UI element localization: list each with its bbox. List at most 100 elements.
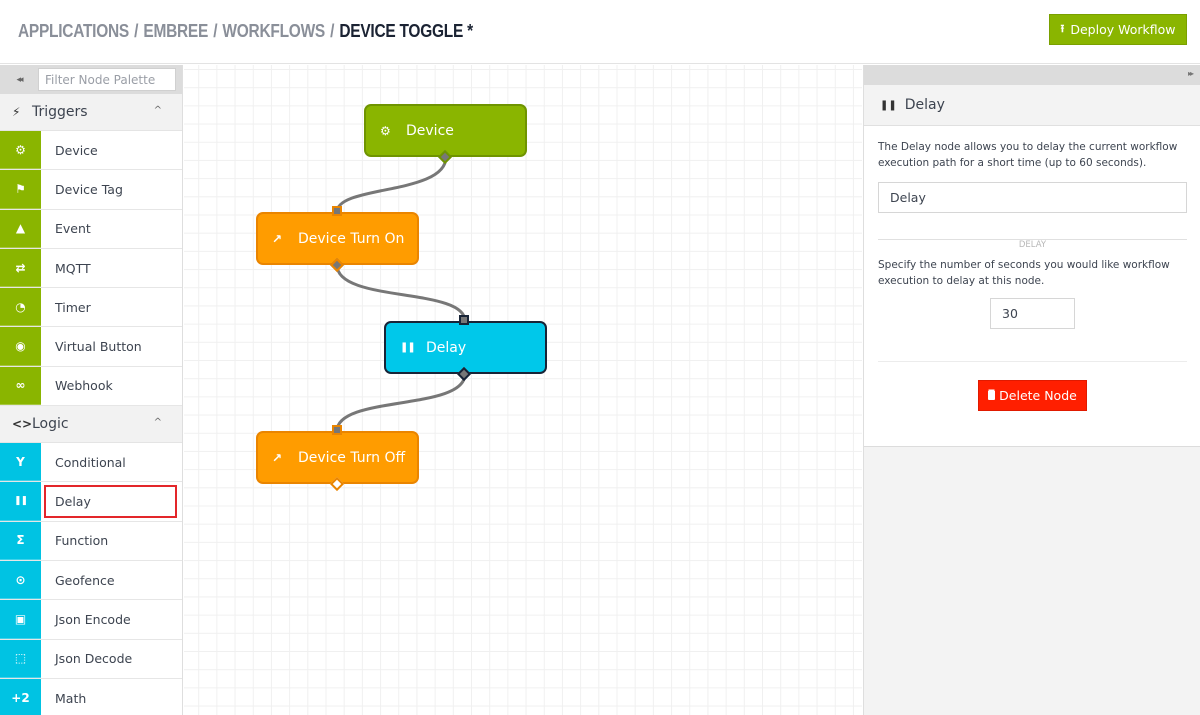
breadcrumb-separator: / <box>330 21 335 41</box>
section-divider: DELAY <box>878 232 1187 250</box>
palette-item-label: Json Decode <box>55 651 133 667</box>
workflow-canvas[interactable]: ⚙ Device ↗ Device Turn On ❚❚ Delay ↗ Dev… <box>184 65 862 715</box>
category-triggers-header[interactable]: ⚡ Triggers ^ <box>0 94 182 131</box>
pause-icon: ❚❚ <box>0 482 41 521</box>
breadcrumb-current: DEVICE TOGGLE * <box>339 21 473 41</box>
edge-device-to-turn-on[interactable] <box>335 156 448 213</box>
arrow-up-right-icon: ↗ <box>272 231 283 246</box>
edge-delay-to-turn-off[interactable] <box>335 373 467 432</box>
panel-toolbar: ▸▸ <box>864 65 1200 85</box>
node-delay[interactable]: ❚❚ Delay <box>384 321 547 374</box>
palette-item-label: MQTT <box>55 260 91 276</box>
json-decode-icon: ⬚ <box>0 639 41 678</box>
node-label: Device <box>406 122 454 139</box>
collapse-palette-icon[interactable]: ◂◂ <box>0 75 38 85</box>
deploy-workflow-label: Deploy Workflow <box>1070 22 1176 37</box>
palette-item-json-encode[interactable]: ▣ Json Encode <box>0 600 182 640</box>
pause-icon: ❚❚ <box>880 99 897 111</box>
category-label: Logic <box>32 416 69 433</box>
palette-item-label: Json Encode <box>55 611 131 627</box>
input-port-turn-on[interactable] <box>332 206 342 216</box>
edges-layer <box>335 156 467 432</box>
deploy-workflow-button[interactable]: ⭱ Deploy Workflow <box>1049 14 1187 45</box>
code-brackets-icon: <> <box>12 417 33 432</box>
breadcrumb-workflows[interactable]: WORKFLOWS <box>222 21 325 41</box>
breadcrumb-embree[interactable]: EMBREE <box>143 21 208 41</box>
input-port-turn-off[interactable] <box>332 425 342 435</box>
breadcrumb: APPLICATIONS / EMBREE / WORKFLOWS / DEVICE TOG… <box>18 21 473 42</box>
chevron-up-icon[interactable]: ^ <box>154 417 162 428</box>
flag-icon: ⚑ <box>0 170 41 209</box>
json-encode-icon: ▣ <box>0 600 41 639</box>
breadcrumb-applications[interactable]: APPLICATIONS <box>18 21 129 41</box>
palette-item-label: Conditional <box>55 454 126 470</box>
lightning-icon: ⚡ <box>12 105 21 119</box>
palette-item-label: Timer <box>55 299 91 315</box>
delay-seconds-input[interactable] <box>990 298 1075 329</box>
palette-item-label: Device Tag <box>55 181 123 197</box>
edge-turn-on-to-delay[interactable] <box>335 264 467 322</box>
crosshair-icon: ⊙ <box>0 560 41 600</box>
top-header: APPLICATIONS / EMBREE / WORKFLOWS / DEVICE TOG… <box>0 0 1200 64</box>
node-device[interactable]: ⚙ Device <box>364 104 527 157</box>
node-name-input[interactable] <box>878 182 1187 213</box>
palette-item-label: Geofence <box>55 572 115 588</box>
breadcrumb-separator: / <box>134 21 139 41</box>
filter-node-palette-input[interactable] <box>38 68 176 91</box>
palette-item-label-highlighted: Delay <box>43 484 178 518</box>
palette-item-delay[interactable]: ❚❚ Delay <box>0 482 182 522</box>
arrow-up-right-icon: ↗ <box>272 450 283 465</box>
upload-icon: ⭱ <box>1060 22 1065 35</box>
arrows-exchange-icon: ⇄ <box>0 248 41 288</box>
plus-two-icon: +2 <box>0 678 41 715</box>
panel-title-text: Delay <box>904 97 945 113</box>
palette-item-geofence[interactable]: ⊙ Geofence <box>0 560 182 601</box>
node-device-turn-on[interactable]: ↗ Device Turn On <box>256 212 419 265</box>
pause-icon: ❚❚ <box>400 342 416 353</box>
node-device-turn-off[interactable]: ↗ Device Turn Off <box>256 431 419 484</box>
palette-item-device[interactable]: ⚙ Device <box>0 131 182 171</box>
palette-item-device-tag[interactable]: ⚑ Device Tag <box>0 170 182 210</box>
node-palette: ◂◂ ⚡ Triggers ^ ⚙ Device ⚑ Device Tag ▲ Eve… <box>0 65 183 715</box>
input-port-delay[interactable] <box>459 315 469 325</box>
category-logic-header[interactable]: <> Logic ^ <box>0 406 182 444</box>
delete-node-label: Delete Node <box>999 388 1077 403</box>
seconds-description: Specify the number of seconds you would … <box>878 259 1170 287</box>
node-description: The Delay node allows you to delay the c… <box>878 141 1178 169</box>
link-icon: ∞ <box>0 366 41 406</box>
node-properties-panel: ▸▸ ❚❚ Delay The Delay node allows you to… <box>863 65 1200 715</box>
palette-item-webhook[interactable]: ∞ Webhook <box>0 366 182 407</box>
delete-node-button[interactable]: Delete Node <box>978 380 1087 411</box>
section-label: DELAY <box>1008 240 1057 250</box>
expand-panel-icon[interactable]: ▸▸ <box>1188 69 1194 78</box>
palette-item-label: Math <box>55 690 87 706</box>
palette-item-label: Device <box>55 142 98 158</box>
palette-item-conditional[interactable]: Y Conditional <box>0 443 182 483</box>
category-label: Triggers <box>32 104 88 120</box>
palette-item-label: Webhook <box>55 378 113 394</box>
node-label: Device Turn Off <box>298 449 406 466</box>
node-label: Delay <box>426 339 467 356</box>
palette-item-function[interactable]: Σ Function <box>0 521 182 561</box>
palette-toolbar: ◂◂ <box>0 65 182 94</box>
palette-item-virtual-button[interactable]: ◉ Virtual Button <box>0 327 182 367</box>
palette-item-timer[interactable]: ◔ Timer <box>0 288 182 328</box>
chip-icon: ⚙ <box>380 123 391 138</box>
chip-icon: ⚙ <box>0 131 41 170</box>
panel-title: ❚❚ Delay <box>864 85 1200 126</box>
breadcrumb-separator: / <box>213 21 218 41</box>
palette-item-json-decode[interactable]: ⬚ Json Decode <box>0 639 182 679</box>
palette-item-label: Virtual Button <box>55 339 142 355</box>
trash-icon <box>988 391 996 400</box>
palette-item-label: Event <box>55 221 91 237</box>
palette-item-mqtt[interactable]: ⇄ MQTT <box>0 248 182 289</box>
node-label: Device Turn On <box>298 230 405 247</box>
warning-icon: ▲ <box>0 209 41 248</box>
palette-item-event[interactable]: ▲ Event <box>0 209 182 249</box>
fork-icon: Y <box>0 443 41 482</box>
chevron-up-icon[interactable]: ^ <box>154 105 162 116</box>
palette-item-math[interactable]: +2 Math <box>0 678 182 715</box>
sigma-icon: Σ <box>0 521 41 560</box>
divider <box>878 361 1187 362</box>
radio-button-icon: ◉ <box>0 327 41 366</box>
